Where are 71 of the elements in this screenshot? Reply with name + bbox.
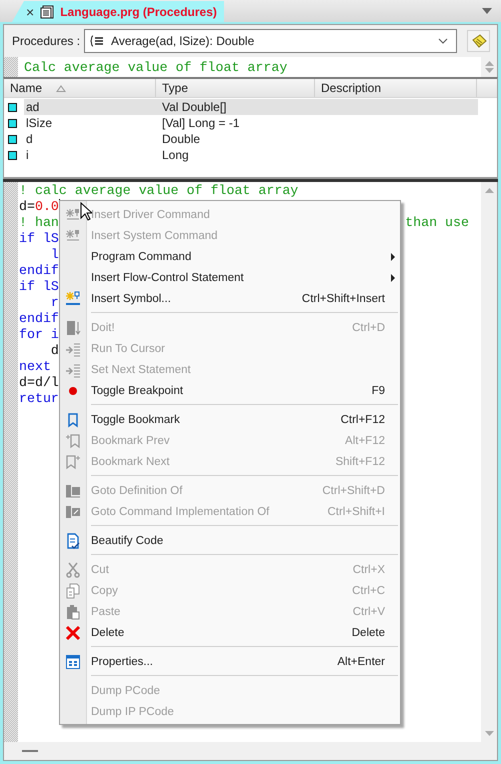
procedure-icon <box>90 35 104 47</box>
menu-item[interactable]: Delete Delete <box>60 622 400 643</box>
document-list-icon <box>40 4 54 18</box>
run-block-icon <box>65 320 81 336</box>
table-cell-text: i <box>26 148 30 162</box>
scrollbar[interactable] <box>481 182 497 742</box>
scroll-down-icon <box>484 731 494 736</box>
arrow-lines-icon <box>65 340 81 356</box>
code-line: d=0.0 <box>19 198 59 214</box>
code-line: next <box>19 358 51 374</box>
bookmark-icon <box>65 432 81 448</box>
column-header[interactable]: Type <box>156 79 315 97</box>
document-tab[interactable]: × Language.prg (Procedures) <box>12 1 224 22</box>
delete-icon <box>65 624 81 640</box>
asterisk-icon <box>65 206 81 222</box>
column-header[interactable]: Description <box>315 79 477 97</box>
code-line: l <box>50 246 59 262</box>
dropdown-icon <box>481 7 493 15</box>
procedure-dropdown[interactable]: Average(ad, lSize): Double <box>84 29 457 53</box>
paste-icon <box>65 604 81 620</box>
code-line: endif <box>19 262 59 278</box>
note-icon <box>470 34 486 48</box>
code-line: endif <box>19 310 59 326</box>
scroll-down-icon <box>484 68 494 73</box>
scroll-up-icon <box>484 188 494 193</box>
code-line: r <box>50 294 59 310</box>
column-header[interactable]: Name <box>4 79 156 97</box>
bookmark-icon <box>65 454 81 470</box>
code-line: for i <box>19 326 59 342</box>
scissors-icon <box>65 562 81 578</box>
notes-button[interactable] <box>467 30 490 52</box>
table-row[interactable]: i Long <box>4 147 478 163</box>
asterisk-icon <box>65 290 81 306</box>
arrow-lines-icon <box>65 362 81 378</box>
code-line: d <box>50 342 59 358</box>
procedures-label: Procedures : <box>12 34 80 48</box>
description-text: Calc average value of float array <box>23 60 288 74</box>
window-grid-icon <box>65 654 81 670</box>
asterisk-icon <box>65 228 81 244</box>
menu-item[interactable]: Insert Symbol... Ctrl+Shift+Insert <box>60 288 400 309</box>
code-line: ! han <box>19 214 59 230</box>
code-line: than use <box>405 214 469 230</box>
menu-item[interactable]: Toggle Bookmark Ctrl+F12 <box>60 409 400 430</box>
code-line: ! calc average value of float array <box>19 182 298 198</box>
scroll-thumb[interactable] <box>22 750 38 752</box>
menu-item[interactable]: Toggle Breakpoint F9 <box>60 380 400 401</box>
hatched-margin <box>4 57 18 77</box>
scrollbar[interactable] <box>481 57 497 77</box>
code-line: if lS <box>19 230 59 246</box>
table-cell-text: Val Double[] <box>162 100 228 114</box>
table-cell-text: lSize <box>26 116 54 130</box>
table-row[interactable]: lSize [Val] Long = -1 <box>4 115 478 131</box>
code-line: d=d/l <box>19 374 59 390</box>
code-line: if lS <box>19 278 59 294</box>
tab-title: Language.prg (Procedures) <box>60 4 217 18</box>
scroll-up-icon <box>484 61 494 66</box>
menu-item[interactable]: Program Command <box>60 246 400 267</box>
code-line: retur <box>19 390 59 406</box>
table-cell-text: Long <box>162 148 190 162</box>
chevron-down-icon <box>438 38 448 44</box>
table-row[interactable]: d Double <box>4 131 478 147</box>
table-cell-text: ad <box>26 100 40 114</box>
table-cell-text: [Val] Long = -1 <box>162 116 240 130</box>
document-check-icon <box>65 532 81 548</box>
menu-item[interactable]: Beautify Code <box>60 530 400 551</box>
menu-item[interactable]: Insert Flow-Control Statement <box>60 267 400 288</box>
table-cell-text: Double <box>162 132 202 146</box>
close-button[interactable]: × <box>26 4 34 18</box>
menu-item[interactable]: Properties... Alt+Enter <box>60 651 400 672</box>
table-cell-text: d <box>26 132 34 146</box>
copy-icon <box>65 582 81 598</box>
